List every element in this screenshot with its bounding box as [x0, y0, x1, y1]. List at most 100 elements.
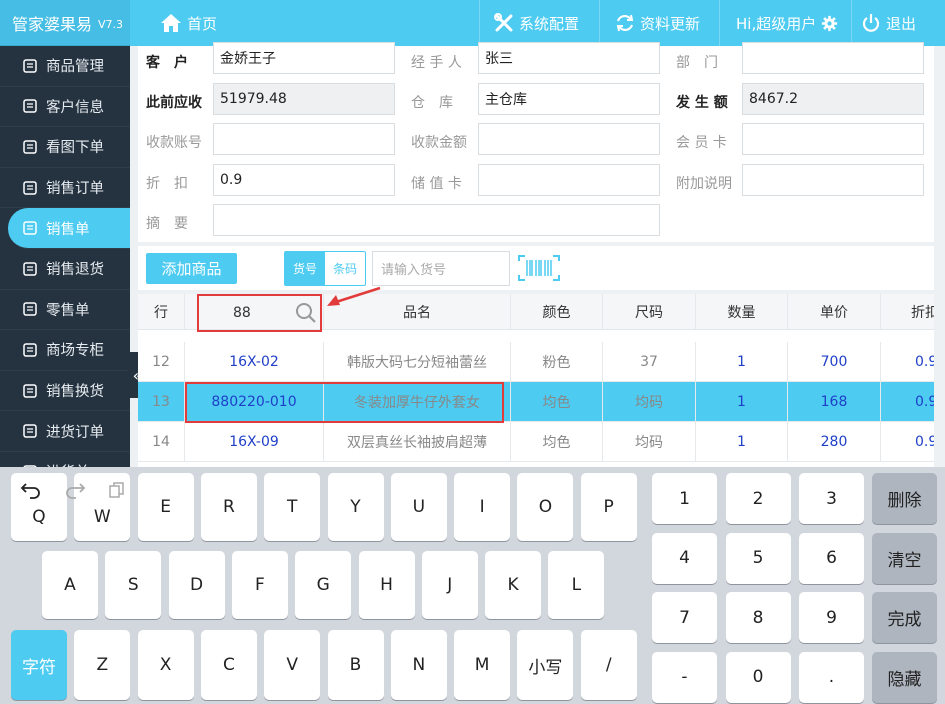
stored-value-field[interactable] — [478, 164, 660, 196]
key-minus[interactable]: - — [652, 651, 717, 703]
copy-icon[interactable] — [108, 481, 126, 499]
member-card-field[interactable] — [742, 123, 924, 155]
cell-price: 280 — [788, 422, 881, 461]
key-e[interactable]: E — [137, 473, 194, 541]
customer-field[interactable]: 金娇王子 — [213, 42, 395, 74]
key-z[interactable]: Z — [74, 630, 131, 700]
sidebar-item-5[interactable]: 销售单 — [8, 208, 130, 249]
key-num-9[interactable]: 9 — [799, 592, 864, 643]
key-num-0[interactable]: 0 — [725, 651, 791, 703]
summary-field[interactable] — [213, 204, 660, 236]
sidebar-item-label: 零售单 — [46, 302, 90, 319]
logout-button[interactable]: 退出 — [861, 0, 916, 46]
key-i[interactable]: I — [454, 473, 511, 541]
key-v[interactable]: V — [264, 630, 321, 700]
key-s[interactable]: S — [105, 551, 162, 619]
discount-field[interactable]: 0.9 — [213, 164, 395, 196]
key-b[interactable]: B — [327, 630, 384, 700]
sidebar-item-label: 看图下单 — [46, 140, 104, 157]
key-num-8[interactable]: 8 — [725, 592, 791, 643]
cell-color: 均色 — [511, 422, 603, 461]
key-f[interactable]: F — [231, 551, 288, 619]
key-num-1[interactable]: 1 — [652, 473, 717, 524]
warehouse-field[interactable]: 主仓库 — [478, 83, 660, 115]
key-num-6[interactable]: 6 — [799, 532, 864, 584]
key-o[interactable]: O — [517, 473, 574, 541]
sidebar-item-10[interactable]: 进货订单 — [0, 411, 130, 452]
annotation-arrow-icon — [327, 286, 381, 306]
item-code-input[interactable]: 请输入货号 — [372, 251, 510, 286]
delete-key[interactable]: 删除 — [872, 473, 937, 524]
header-discount: 折扣 — [881, 294, 934, 329]
sidebar-item-1[interactable]: 商品管理 — [0, 46, 130, 87]
key-symbols[interactable]: 字符 — [11, 630, 67, 700]
key-r[interactable]: R — [200, 473, 257, 541]
sidebar-item-4[interactable]: 销售订单 — [0, 168, 130, 209]
cell-size: 均码 — [603, 422, 696, 461]
key-a[interactable]: A — [42, 551, 98, 619]
key-num-3[interactable]: 3 — [799, 473, 864, 524]
key-c[interactable]: C — [200, 630, 257, 700]
cell-name: 双层真丝长袖披肩超薄 — [324, 422, 511, 461]
key-x[interactable]: X — [137, 630, 194, 700]
undo-icon[interactable] — [20, 481, 42, 499]
shop-icon — [22, 342, 38, 358]
cell-price: 700 — [788, 342, 881, 381]
sidebar-item-3[interactable]: 看图下单 — [0, 127, 130, 168]
key-p[interactable]: P — [580, 473, 637, 541]
purchase-icon — [22, 423, 38, 439]
sidebar-item-7[interactable]: 零售单 — [0, 290, 130, 331]
refresh-data-button[interactable]: 资料更新 — [615, 0, 700, 46]
sidebar-item-label: 商品管理 — [46, 59, 104, 76]
user-menu[interactable]: Hi,超级用户 — [736, 0, 838, 46]
note-field[interactable] — [742, 164, 924, 196]
key-j[interactable]: J — [421, 551, 478, 619]
key-g[interactable]: G — [295, 551, 352, 619]
search-icon[interactable] — [295, 302, 317, 324]
receive-amount-field[interactable] — [478, 123, 660, 155]
handler-field[interactable]: 张三 — [478, 42, 660, 74]
key-lowercase[interactable]: 小写 — [517, 630, 574, 700]
key-m[interactable]: M — [454, 630, 511, 700]
hide-keyboard-key[interactable]: 隐藏 — [872, 651, 937, 703]
key-u[interactable]: U — [390, 473, 447, 541]
note-label: 附加说明 — [676, 176, 732, 192]
key-n[interactable]: N — [390, 630, 447, 700]
dept-field[interactable] — [742, 42, 924, 74]
key-d[interactable]: D — [168, 551, 225, 619]
sidebar-item-label: 商场专柜 — [46, 343, 104, 360]
table-row[interactable]: 1216X-02韩版大码七分短袖蕾丝粉色3717000.9 — [138, 342, 934, 382]
dept-label: 部 门 — [676, 55, 718, 71]
key-h[interactable]: H — [358, 551, 415, 619]
done-key[interactable]: 完成 — [872, 592, 937, 643]
table-row[interactable]: 1416X-09双层真丝长袖披肩超薄均色均码12800.9 — [138, 422, 934, 462]
clear-key[interactable]: 清空 — [872, 532, 937, 584]
header-color: 颜色 — [511, 294, 603, 329]
sidebar-item-9[interactable]: 销售换货 — [0, 371, 130, 412]
code-search-field[interactable]: 88 — [197, 294, 322, 332]
system-config-button[interactable]: 系统配置 — [494, 0, 579, 46]
key-l[interactable]: L — [548, 551, 605, 619]
account-field[interactable] — [213, 123, 395, 155]
key-num-4[interactable]: 4 — [652, 532, 717, 584]
key-num-5[interactable]: 5 — [725, 532, 791, 584]
cell-size: 均码 — [603, 382, 696, 421]
barcode-scan-icon[interactable] — [518, 255, 560, 281]
cell-row: 14 — [138, 422, 185, 461]
sidebar-item-8[interactable]: 商场专柜 — [0, 330, 130, 371]
home-button[interactable]: 首页 — [160, 0, 217, 46]
sidebar-item-6[interactable]: 销售退货 — [0, 249, 130, 290]
mode-item-code[interactable]: 货号 — [285, 252, 325, 285]
sidebar-item-2[interactable]: 客户信息 — [0, 87, 130, 128]
key-num-7[interactable]: 7 — [652, 592, 717, 643]
key-k[interactable]: K — [485, 551, 542, 619]
redo-icon[interactable] — [64, 481, 86, 499]
add-product-button[interactable]: 添加商品 — [146, 253, 237, 284]
sidebar-item-11[interactable]: 进货单 — [0, 452, 130, 467]
key-num-2[interactable]: 2 — [725, 473, 791, 524]
key-slash[interactable]: / — [580, 630, 637, 700]
key-dot[interactable]: . — [799, 651, 864, 703]
key-t[interactable]: T — [264, 473, 321, 541]
mode-barcode[interactable]: 条码 — [325, 252, 365, 285]
key-y[interactable]: Y — [327, 473, 384, 541]
